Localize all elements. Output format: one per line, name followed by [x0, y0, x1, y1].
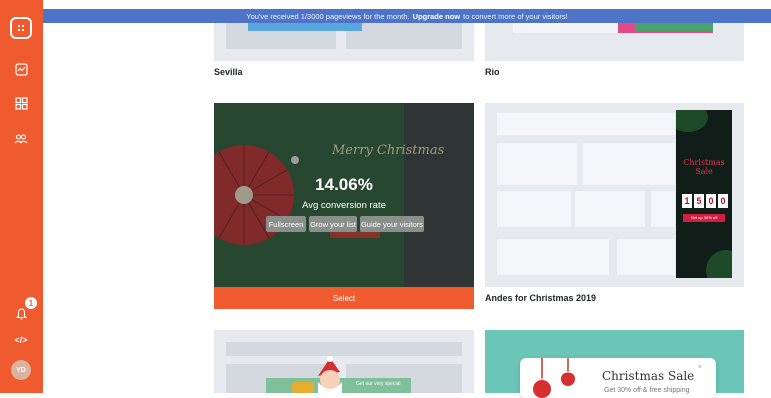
hover-overlay: [214, 103, 474, 287]
pageview-banner: You've received 1/3000 pageviews for the…: [43, 9, 771, 23]
conversion-rate-value: 14.06%: [315, 175, 373, 194]
close-icon: ×: [697, 364, 702, 371]
preview-cta: Get our very special: [356, 381, 401, 387]
preview-cta: Get up 30% off: [683, 214, 725, 222]
template-card-hovered[interactable]: Merry Christmas 14.06% Avg conversion ra…: [214, 103, 474, 287]
fir-branch: [676, 110, 708, 132]
template-thumbnail-santa[interactable]: Get our very special: [214, 330, 474, 393]
countdown-digit: 1: [682, 194, 692, 208]
users-icon[interactable]: [10, 128, 32, 150]
sidebar: 1 </> YD: [0, 0, 43, 393]
template-thumbnail-sevilla[interactable]: [214, 23, 474, 61]
placeholder-block: [497, 191, 571, 227]
preview-heading: Christmas Sale: [602, 369, 695, 383]
code-icon[interactable]: </>: [10, 329, 32, 351]
avatar[interactable]: YD: [11, 360, 31, 380]
christmas-sale-preview: Christmas Sale 1 5 0 0 Get up 30% off: [676, 110, 732, 278]
select-button[interactable]: Select: [214, 287, 474, 309]
template-title: Andes for Christmas 2019: [485, 293, 597, 303]
templates-icon[interactable]: [10, 92, 32, 114]
placeholder-block: [617, 239, 675, 275]
placeholder-block: [651, 191, 675, 227]
gift-box: [292, 382, 314, 393]
preview-bar: [248, 23, 362, 31]
countdown-digit: 5: [694, 194, 704, 208]
fir-branch: [706, 250, 732, 278]
preview-popup: × Christmas Sale Get 30% off & free ship…: [520, 358, 716, 398]
countdown-digit: 0: [718, 194, 728, 208]
grow-your-list-button[interactable]: Grow your list: [309, 216, 357, 232]
preview-image: [635, 23, 713, 31]
guide-your-visitors-button[interactable]: Guide your visitors: [360, 216, 424, 232]
ornament-illustration: [533, 358, 575, 398]
countdown-digit: 0: [706, 194, 716, 208]
fullscreen-button[interactable]: Fullscreen: [266, 216, 306, 232]
template-title: Rio: [485, 67, 500, 77]
template-title: Sevilla: [214, 67, 243, 77]
placeholder-block: [497, 113, 675, 135]
placeholder-block: [583, 143, 675, 185]
banner-text: You've received 1/3000 pageviews for the…: [246, 11, 410, 21]
santa-illustration: [318, 356, 342, 393]
placeholder-block: [575, 191, 645, 227]
template-thumbnail-rio[interactable]: [485, 23, 744, 61]
placeholder-block: [226, 342, 462, 356]
analytics-icon[interactable]: [10, 58, 32, 80]
banner-text-suffix: to convert more of your visitors!: [463, 11, 568, 21]
conversion-rate-label: Avg conversion rate: [302, 200, 386, 211]
dashboard-icon[interactable]: [10, 17, 32, 39]
notification-badge: 1: [25, 297, 37, 309]
placeholder-block: [346, 23, 462, 49]
preview-heading: Christmas Sale: [683, 158, 725, 176]
placeholder-block: [497, 143, 577, 185]
placeholder-block: [497, 239, 609, 275]
upgrade-link[interactable]: Upgrade now: [413, 12, 461, 21]
